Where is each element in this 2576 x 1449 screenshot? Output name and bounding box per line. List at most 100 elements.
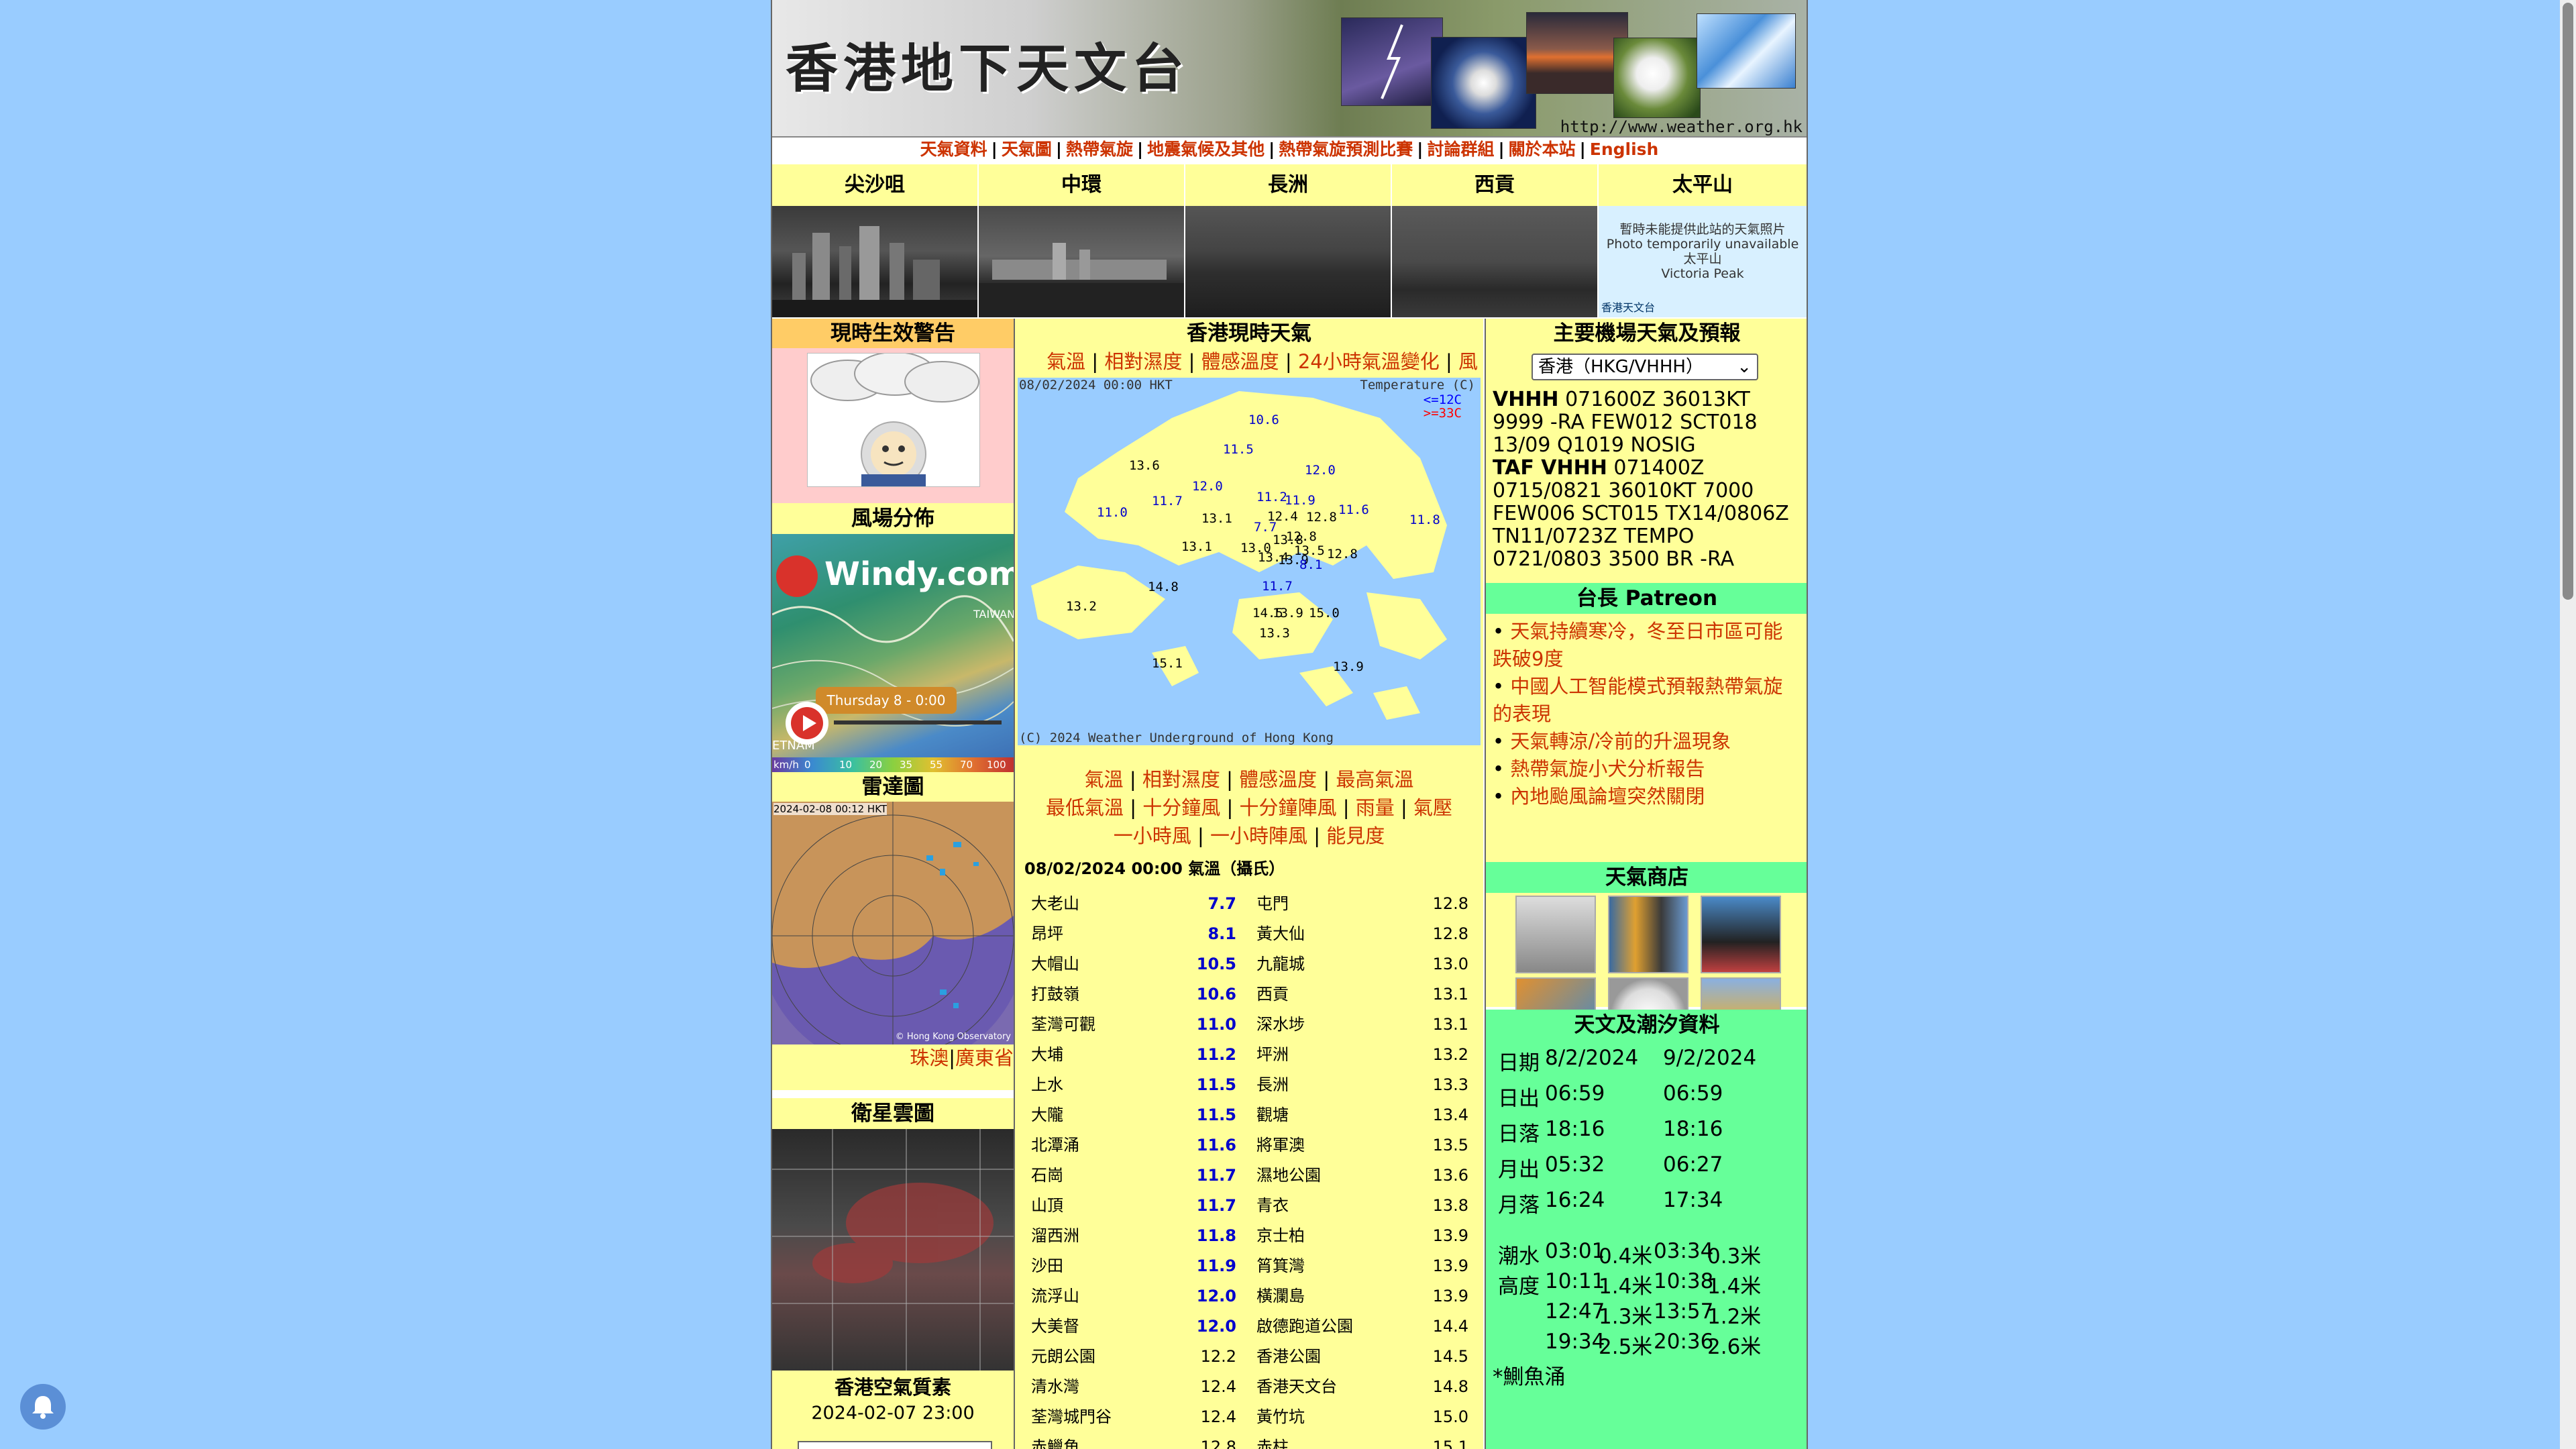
table-row: 昂坪 8.1 黃大仙 12.8 bbox=[1015, 919, 1485, 949]
menu-forum[interactable]: 討論群組 bbox=[1427, 140, 1494, 159]
link-rainfall[interactable]: 雨量 bbox=[1356, 796, 1395, 819]
chevron-down-icon: ⌄ bbox=[1737, 357, 1752, 377]
station-temp: 12.8 bbox=[1432, 894, 1468, 913]
camera-image-victoria-peak[interactable]: 暫時未能提供此站的天氣照片 Photo temporarily unavaila… bbox=[1599, 206, 1807, 317]
camera-tab-central[interactable]: 中環 bbox=[979, 164, 1184, 206]
camera-image-sai-kung[interactable] bbox=[1392, 206, 1597, 317]
notification-bell-button[interactable] bbox=[20, 1384, 66, 1430]
vertical-scrollbar[interactable] bbox=[2560, 0, 2576, 1449]
patreon-list: • 天氣持續寒冷，冬至日市區可能跌破9度 • 中國人工智能模式預報熱帶氣旋的表現… bbox=[1486, 614, 1807, 865]
table-row: 元朗公園 12.2 香港公園 14.5 bbox=[1015, 1342, 1485, 1372]
menu-tropical-cyclones[interactable]: 熱帶氣旋 bbox=[1066, 140, 1133, 159]
link-wind[interactable]: 風 bbox=[1458, 350, 1478, 373]
windy-play-button[interactable] bbox=[786, 702, 828, 745]
temperature-map[interactable]: 08/02/2024 00:00 HKT Temperature (C) <=1… bbox=[1018, 378, 1481, 745]
station-name: 清水灣 bbox=[1031, 1377, 1079, 1396]
map-station-value: 11.9 bbox=[1285, 493, 1316, 508]
link-max-temp[interactable]: 最高氣溫 bbox=[1336, 768, 1413, 791]
table-row: 荃灣城門谷 12.4 黃竹坑 15.0 bbox=[1015, 1402, 1485, 1432]
menu-earthquake-climate[interactable]: 地震氣候及其他 bbox=[1147, 140, 1265, 159]
radar-link-zhuhai-macau[interactable]: 珠澳 bbox=[910, 1046, 949, 1069]
patreon-item[interactable]: • 內地颱風論壇突然關閉 bbox=[1493, 783, 1801, 810]
station-name: 溜西洲 bbox=[1031, 1226, 1079, 1245]
camera-image-central[interactable] bbox=[979, 206, 1184, 317]
link-10min-gust[interactable]: 十分鐘陣風 bbox=[1239, 796, 1336, 819]
menu-about[interactable]: 關於本站 bbox=[1509, 140, 1576, 159]
menu-english[interactable]: English bbox=[1590, 140, 1659, 159]
airport-select[interactable]: 香港（HKG/VHHH） ⌄ bbox=[1532, 354, 1758, 380]
link-24h-change[interactable]: 24小時氣溫變化 bbox=[1298, 350, 1440, 373]
station-temp: 13.2 bbox=[1432, 1045, 1468, 1064]
menu-weather-maps[interactable]: 天氣圖 bbox=[1002, 140, 1052, 159]
link-humidity[interactable]: 相對濕度 bbox=[1104, 350, 1182, 373]
camera-tab-victoria-peak[interactable]: 太平山 bbox=[1599, 164, 1807, 206]
patreon-item[interactable]: • 天氣持續寒冷，冬至日市區可能跌破9度 bbox=[1493, 618, 1801, 673]
link-1h-gust[interactable]: 一小時陣風 bbox=[1210, 824, 1307, 847]
link-humidity-2[interactable]: 相對濕度 bbox=[1142, 768, 1220, 791]
windy-map[interactable]: Windy.com TAIWAN ETNAM Thursday 8 - 0:00… bbox=[772, 534, 1014, 772]
map-station-value: 13.1 bbox=[1181, 539, 1212, 554]
site-url[interactable]: http://www.weather.org.hk bbox=[1560, 117, 1803, 136]
wind-heading: 風場分佈 bbox=[772, 503, 1014, 534]
station-name: 香港公園 bbox=[1256, 1347, 1321, 1366]
map-station-value: 15.1 bbox=[1152, 656, 1183, 671]
link-10min-wind[interactable]: 十分鐘風 bbox=[1142, 796, 1220, 819]
radar-timestamp: 2024-02-08 00:12 HKT bbox=[773, 803, 888, 815]
satellite-heading: 衛星雲圖 bbox=[772, 1098, 1014, 1129]
map-station-value: 11.0 bbox=[1097, 505, 1128, 520]
weather-station-product[interactable] bbox=[1515, 896, 1596, 973]
tide-time: 03:34 bbox=[1654, 1239, 1714, 1263]
radar-image[interactable]: 2024-02-08 00:12 HKT © Hong Kong Observa… bbox=[772, 802, 1014, 1044]
map-station-value: 11.2 bbox=[1256, 490, 1287, 504]
link-min-temp[interactable]: 最低氣溫 bbox=[1046, 796, 1124, 819]
link-temperature[interactable]: 氣溫 bbox=[1046, 350, 1085, 373]
camera-image-cheung-chau[interactable] bbox=[1185, 206, 1391, 317]
station-temp: 14.4 bbox=[1432, 1317, 1468, 1336]
tide-time: 19:34 bbox=[1545, 1330, 1605, 1354]
station-temp: 12.0 bbox=[1196, 1317, 1236, 1336]
anemometer-product[interactable] bbox=[1701, 896, 1781, 973]
camera-tab-sai-kung[interactable]: 西貢 bbox=[1392, 164, 1597, 206]
tide-height: 1.4米 bbox=[1599, 1275, 1653, 1299]
menu-tc-contest[interactable]: 熱帶氣旋預測比賽 bbox=[1279, 140, 1413, 159]
map-station-value: 11.8 bbox=[1409, 513, 1440, 527]
patreon-item[interactable]: • 天氣轉涼/冷前的升溫現象 bbox=[1493, 728, 1801, 755]
typhoon-photo bbox=[1431, 37, 1536, 129]
tide-height: 1.2米 bbox=[1707, 1305, 1762, 1329]
station-name: 橫瀾島 bbox=[1256, 1287, 1305, 1305]
station-temp: 11.7 bbox=[1196, 1196, 1236, 1215]
tide-height: 2.5米 bbox=[1599, 1335, 1653, 1359]
station-temp: 13.6 bbox=[1432, 1166, 1468, 1185]
link-apparent-temp-2[interactable]: 體感溫度 bbox=[1239, 768, 1317, 791]
camera-tab-tsim-sha-tsui[interactable]: 尖沙咀 bbox=[772, 164, 977, 206]
thermometers-product[interactable] bbox=[1608, 896, 1688, 973]
menu-weather-info[interactable]: 天氣資料 bbox=[920, 140, 987, 159]
station-name: 打鼓嶺 bbox=[1031, 985, 1079, 1004]
link-visibility[interactable]: 能見度 bbox=[1326, 824, 1385, 847]
station-temp: 12.0 bbox=[1196, 1287, 1236, 1305]
patreon-item[interactable]: • 中國人工智能模式預報熱帶氣旋的表現 bbox=[1493, 673, 1801, 728]
satellite-image[interactable] bbox=[772, 1129, 1014, 1371]
map-station-value: 13.3 bbox=[1259, 626, 1290, 641]
play-icon bbox=[791, 707, 823, 739]
no-warning-icon[interactable] bbox=[807, 352, 980, 487]
link-1h-wind[interactable]: 一小時風 bbox=[1114, 824, 1191, 847]
link-apparent-temp[interactable]: 體感溫度 bbox=[1201, 350, 1279, 373]
camera-tab-cheung-chau[interactable]: 長洲 bbox=[1185, 164, 1391, 206]
table-row: 上水 11.5 長洲 13.3 bbox=[1015, 1070, 1485, 1100]
link-pressure[interactable]: 氣壓 bbox=[1413, 796, 1452, 819]
scrollbar-thumb[interactable] bbox=[2563, 3, 2573, 600]
map-station-value: 10.6 bbox=[1248, 413, 1279, 427]
station-name: 黃竹坑 bbox=[1256, 1407, 1305, 1426]
patreon-item[interactable]: • 熱帶氣旋小犬分析報告 bbox=[1493, 755, 1801, 783]
site-banner[interactable]: 香港地下天文台 http://www.weather.org.hk bbox=[772, 0, 1807, 138]
map-station-value: 13.9 bbox=[1273, 606, 1303, 621]
station-temp: 7.7 bbox=[1208, 894, 1236, 913]
map-station-value: 12.0 bbox=[1192, 479, 1223, 494]
link-temperature-2[interactable]: 氣溫 bbox=[1085, 768, 1124, 791]
camera-image-tsim-sha-tsui[interactable] bbox=[772, 206, 977, 317]
radar-link-guangdong[interactable]: 廣東省 bbox=[955, 1046, 1014, 1069]
station-name: 京士柏 bbox=[1256, 1226, 1305, 1245]
windy-timeline[interactable] bbox=[834, 720, 1002, 724]
table-row: 清水灣 12.4 香港天文台 14.8 bbox=[1015, 1372, 1485, 1402]
